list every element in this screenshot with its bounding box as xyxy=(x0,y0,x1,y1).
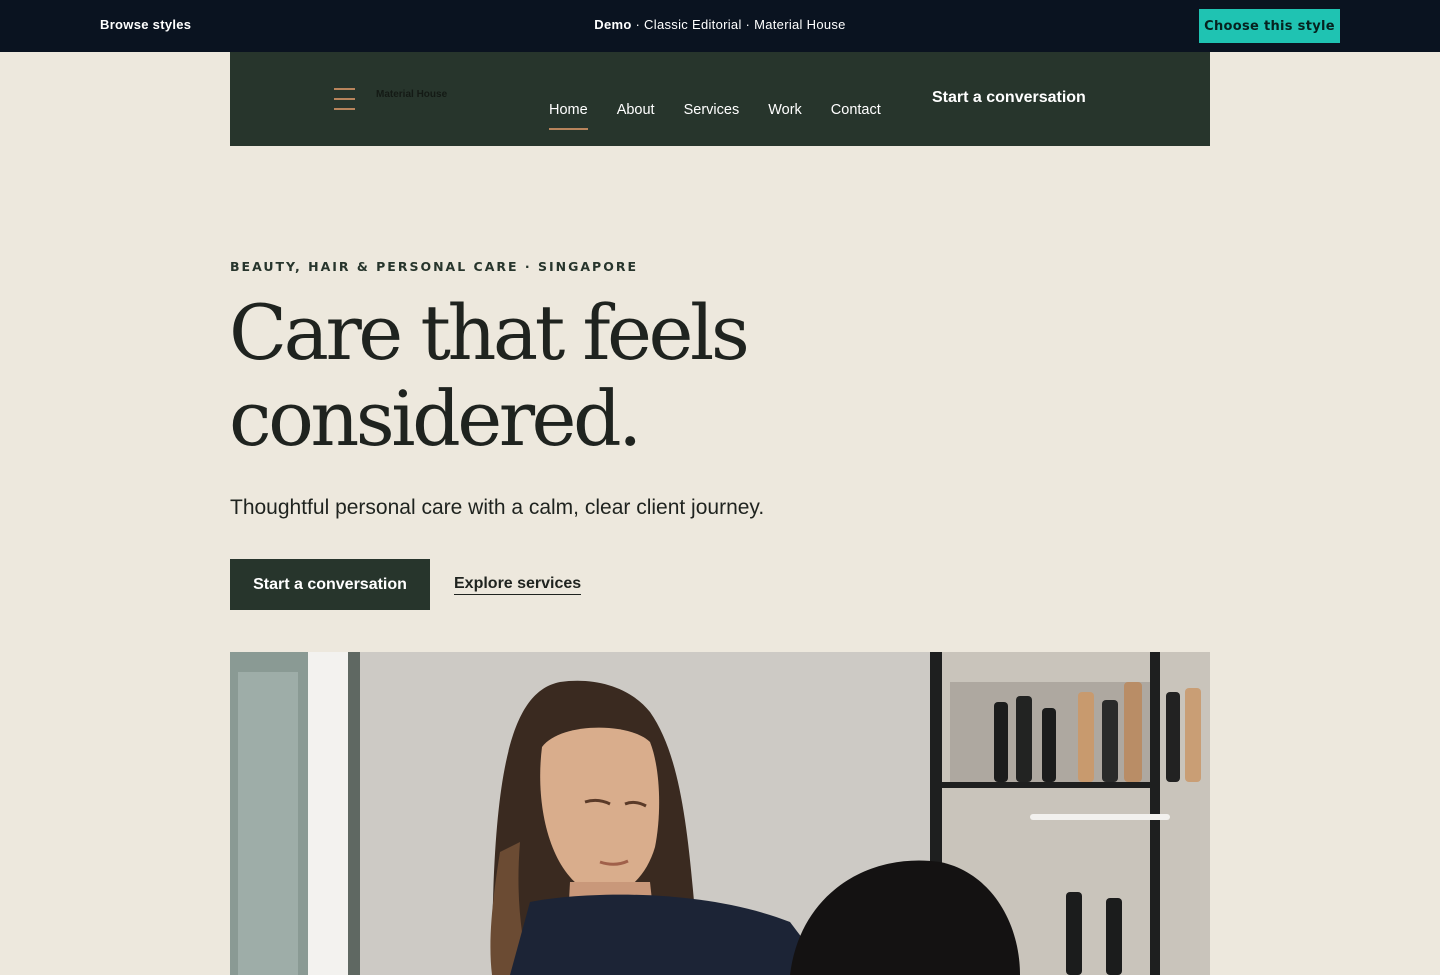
demo-style-name: · Classic Editorial · Material House xyxy=(631,17,846,32)
site-header: Material House Home About Services Work … xyxy=(230,52,1210,146)
nav-item-work[interactable]: Work xyxy=(768,102,802,130)
hamburger-menu-icon[interactable] xyxy=(334,88,355,110)
hero-headline-line2: considered. xyxy=(229,374,642,463)
nav-item-home[interactable]: Home xyxy=(549,102,588,130)
nav-item-contact[interactable]: Contact xyxy=(831,102,881,130)
site-logo[interactable]: Material House xyxy=(376,89,447,100)
hero-eyebrow: BEAUTY, HAIR & PERSONAL CARE · SINGAPORE xyxy=(230,259,639,274)
hero-headline-line1: Care that feels xyxy=(229,288,750,377)
nav-item-services[interactable]: Services xyxy=(684,102,740,130)
choose-style-button[interactable]: Choose this style xyxy=(1199,9,1340,43)
start-conversation-button[interactable]: Start a conversation xyxy=(230,559,430,610)
demo-label: Demo xyxy=(594,17,632,32)
explore-services-link[interactable]: Explore services xyxy=(454,575,582,595)
salon-photo-illustration xyxy=(230,652,1210,975)
hero-headline: Care that feels considered. xyxy=(229,290,949,462)
demo-topbar: Browse styles Demo · Classic Editorial ·… xyxy=(0,0,1440,52)
hero-subtitle: Thoughtful personal care with a calm, cl… xyxy=(230,496,765,519)
nav-item-about[interactable]: About xyxy=(617,102,655,130)
main-nav: Home About Services Work Contact xyxy=(549,102,910,130)
hero-photo xyxy=(230,652,1210,975)
header-cta-link[interactable]: Start a conversation xyxy=(932,89,1086,107)
